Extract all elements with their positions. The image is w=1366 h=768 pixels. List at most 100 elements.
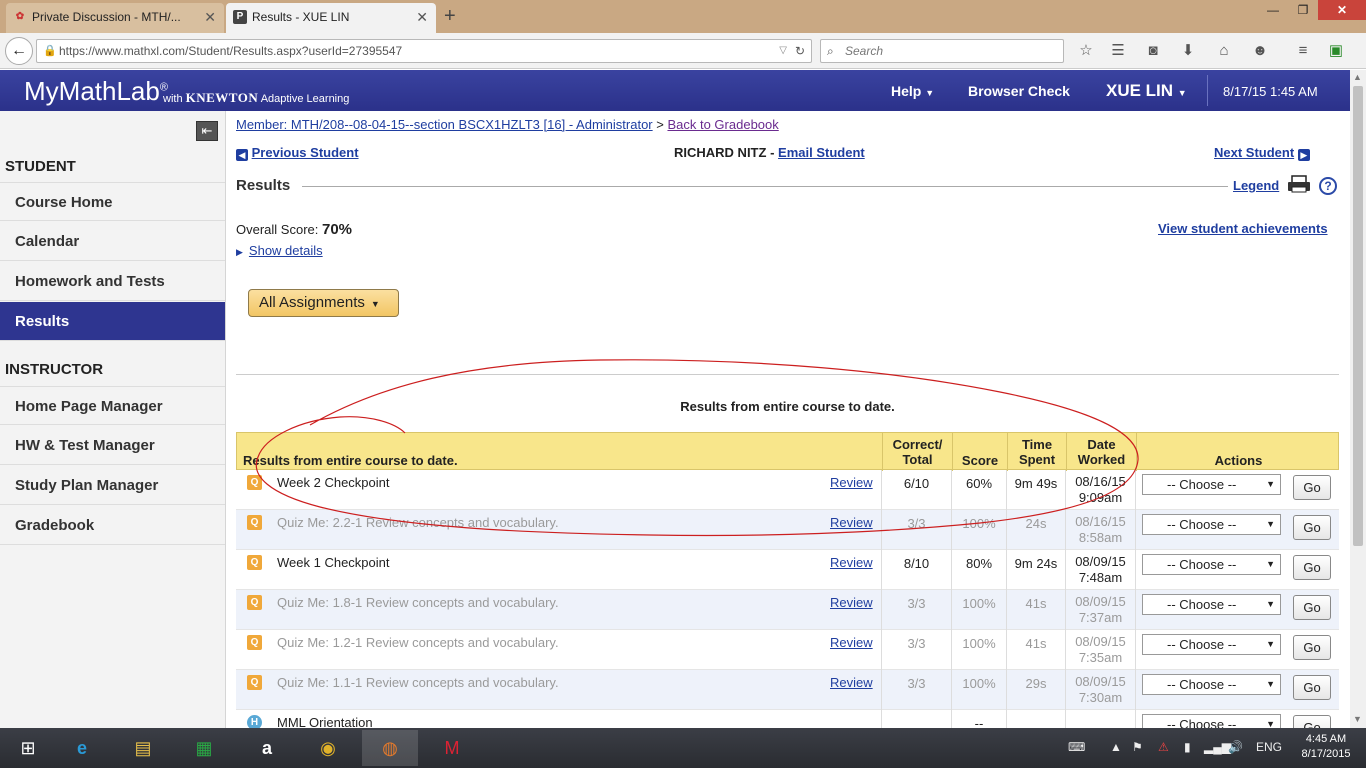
email-student-link[interactable]: Email Student — [778, 145, 865, 160]
go-button[interactable]: Go — [1293, 515, 1331, 540]
url-bar[interactable]: 🔒 https://www.mathxl.com/Student/Results… — [36, 39, 812, 63]
legend-link[interactable]: Legend — [1233, 178, 1279, 193]
tab-label: Results - XUE LIN — [252, 10, 350, 24]
file-explorer-icon[interactable]: ▤ — [115, 730, 171, 766]
addon-icon[interactable]: ▣ — [1325, 41, 1347, 61]
mymathlab-logo[interactable]: MyMathLab® — [24, 76, 168, 107]
browser-check-link[interactable]: Browser Check — [968, 83, 1070, 99]
assignment-name[interactable]: Quiz Me: 1.8-1 Review concepts and vocab… — [277, 595, 559, 610]
reload-icon[interactable]: ↻ — [795, 40, 805, 62]
home-icon[interactable]: ⌂ — [1213, 41, 1235, 61]
mcafee-icon[interactable]: M — [424, 730, 480, 766]
pocket-icon[interactable]: ◙ — [1142, 41, 1164, 61]
dropdown-icon[interactable]: ▽ — [779, 40, 787, 62]
sidebar-item-course-home[interactable]: Course Home — [0, 182, 225, 221]
date-worked-cell: 08/09/15 7:48am — [1065, 550, 1135, 590]
choose-action-select[interactable]: -- Choose -- ▼ — [1142, 554, 1281, 575]
date-worked-cell: 08/09/15 7:35am — [1065, 630, 1135, 670]
assignment-name[interactable]: Week 1 Checkpoint — [277, 555, 390, 570]
go-button[interactable]: Go — [1293, 675, 1331, 700]
internet-explorer-icon[interactable]: e — [54, 730, 110, 766]
scroll-thumb[interactable] — [1353, 86, 1363, 546]
table-row: Q Quiz Me: 1.2-1 Review concepts and voca… — [236, 630, 1339, 670]
new-tab-button[interactable]: + — [444, 4, 456, 28]
back-arrow-icon[interactable]: ← — [5, 37, 33, 65]
choose-action-select[interactable]: -- Choose -- ▼ — [1142, 474, 1281, 495]
minimize-icon[interactable]: — — [1258, 0, 1288, 20]
taskbar-clock[interactable]: 4:45 AM 8/17/2015 — [1294, 732, 1358, 762]
restore-icon[interactable]: ❐ — [1288, 0, 1318, 20]
volume-icon[interactable]: 🔊 — [1228, 740, 1243, 754]
language-indicator[interactable]: ENG — [1256, 740, 1282, 754]
go-button[interactable]: Go — [1293, 555, 1331, 580]
review-link[interactable]: Review — [830, 675, 873, 690]
assignment-name[interactable]: Quiz Me: 1.2-1 Review concepts and vocab… — [277, 635, 559, 650]
help-menu[interactable]: Help ▼ — [891, 83, 934, 99]
sidebar-item-gradebook[interactable]: Gradebook — [0, 506, 225, 545]
search-input[interactable]: ⌕ Search — [820, 39, 1064, 63]
time-spent-cell: 9m 49s — [1006, 470, 1065, 510]
review-link[interactable]: Review — [830, 515, 873, 530]
go-button[interactable]: Go — [1293, 635, 1331, 660]
print-icon[interactable] — [1287, 175, 1311, 193]
tab-private-discussion[interactable]: ✿ Private Discussion - MTH/... ✕ — [6, 3, 224, 33]
sidebar-item-results[interactable]: Results — [0, 302, 225, 341]
go-button[interactable]: Go — [1293, 475, 1331, 500]
close-window-icon[interactable]: ✕ — [1318, 0, 1366, 20]
select-caret-icon: ▼ — [1266, 599, 1275, 609]
menu-icon[interactable]: ≡ — [1292, 41, 1314, 61]
view-achievements-link[interactable]: View student achievements — [1158, 221, 1328, 236]
page-scrollbar[interactable]: ▲ ▼ — [1350, 70, 1366, 728]
choose-action-select[interactable]: -- Choose -- ▼ — [1142, 634, 1281, 655]
assignment-name[interactable]: Week 2 Checkpoint — [277, 475, 390, 490]
assignment-name[interactable]: Quiz Me: 2.2-1 Review concepts and vocab… — [277, 515, 559, 530]
time-spent-cell: 9m 24s — [1006, 550, 1065, 590]
review-link[interactable]: Review — [830, 595, 873, 610]
correct-total-cell: 3/3 — [881, 670, 951, 710]
choose-action-select[interactable]: -- Choose -- ▼ — [1142, 674, 1281, 695]
member-link[interactable]: Member: MTH/208--08-04-15--section BSCX1… — [236, 117, 653, 132]
security-alert-icon[interactable]: ⚠ — [1158, 740, 1169, 754]
windows-start-icon[interactable]: ⊞ — [0, 730, 56, 766]
overall-score-value: 70% — [322, 221, 353, 238]
star-icon[interactable]: ☆ — [1075, 41, 1097, 61]
download-icon[interactable]: ⬇ — [1177, 41, 1199, 61]
overall-score: Overall Score: 70% — [236, 221, 353, 238]
keyboard-icon[interactable]: ⌨ — [1068, 740, 1085, 754]
go-button[interactable]: Go — [1293, 595, 1331, 620]
review-link[interactable]: Review — [830, 555, 873, 570]
choose-action-select[interactable]: -- Choose -- ▼ — [1142, 514, 1281, 535]
collapse-sidebar-icon[interactable]: ⇤ — [196, 121, 218, 141]
close-tab-icon[interactable]: ✕ — [204, 3, 216, 31]
firefox-icon[interactable]: ◍ — [362, 730, 418, 766]
reading-list-icon[interactable]: ☰ — [1107, 41, 1129, 61]
assignments-dropdown[interactable]: All Assignments ▼ — [248, 289, 399, 317]
show-details-toggle[interactable]: ▶ Show details — [236, 243, 323, 258]
assignment-name[interactable]: Quiz Me: 1.1-1 Review concepts and vocab… — [277, 675, 559, 690]
chat-icon[interactable]: ☻ — [1249, 41, 1271, 61]
battery-icon[interactable]: ▮ — [1184, 740, 1191, 754]
scroll-up-icon[interactable]: ▲ — [1353, 72, 1362, 82]
sidebar-item-study-plan-manager[interactable]: Study Plan Manager — [0, 466, 225, 505]
help-icon[interactable]: ? — [1319, 177, 1337, 195]
sidebar-item-calendar[interactable]: Calendar — [0, 222, 225, 261]
previous-student-link[interactable]: ◀ Previous Student — [236, 145, 359, 161]
chrome-icon[interactable]: ◉ — [300, 730, 356, 766]
review-link[interactable]: Review — [830, 475, 873, 490]
windows-store-icon[interactable]: ▦ — [176, 730, 232, 766]
amazon-icon[interactable]: a — [239, 730, 295, 766]
action-center-icon[interactable]: ⚑ — [1132, 740, 1143, 754]
sidebar-item-home-page-manager[interactable]: Home Page Manager — [0, 386, 225, 425]
choose-action-select[interactable]: -- Choose -- ▼ — [1142, 594, 1281, 615]
sidebar-item-hw-test-manager[interactable]: HW & Test Manager — [0, 426, 225, 465]
next-student-link[interactable]: Next Student ▶ — [1214, 145, 1310, 161]
sidebar-item-homework-tests[interactable]: Homework and Tests — [0, 262, 225, 301]
network-icon[interactable]: ▂▄▆ — [1204, 740, 1231, 754]
back-to-gradebook-link[interactable]: Back to Gradebook — [667, 117, 778, 132]
tab-results[interactable]: P Results - XUE LIN ✕ — [226, 3, 436, 33]
show-hidden-icons[interactable]: ▲ — [1110, 740, 1122, 754]
close-tab-icon[interactable]: ✕ — [416, 3, 428, 31]
user-menu[interactable]: XUE LIN ▼ — [1106, 81, 1187, 101]
scroll-down-icon[interactable]: ▼ — [1353, 714, 1362, 724]
review-link[interactable]: Review — [830, 635, 873, 650]
